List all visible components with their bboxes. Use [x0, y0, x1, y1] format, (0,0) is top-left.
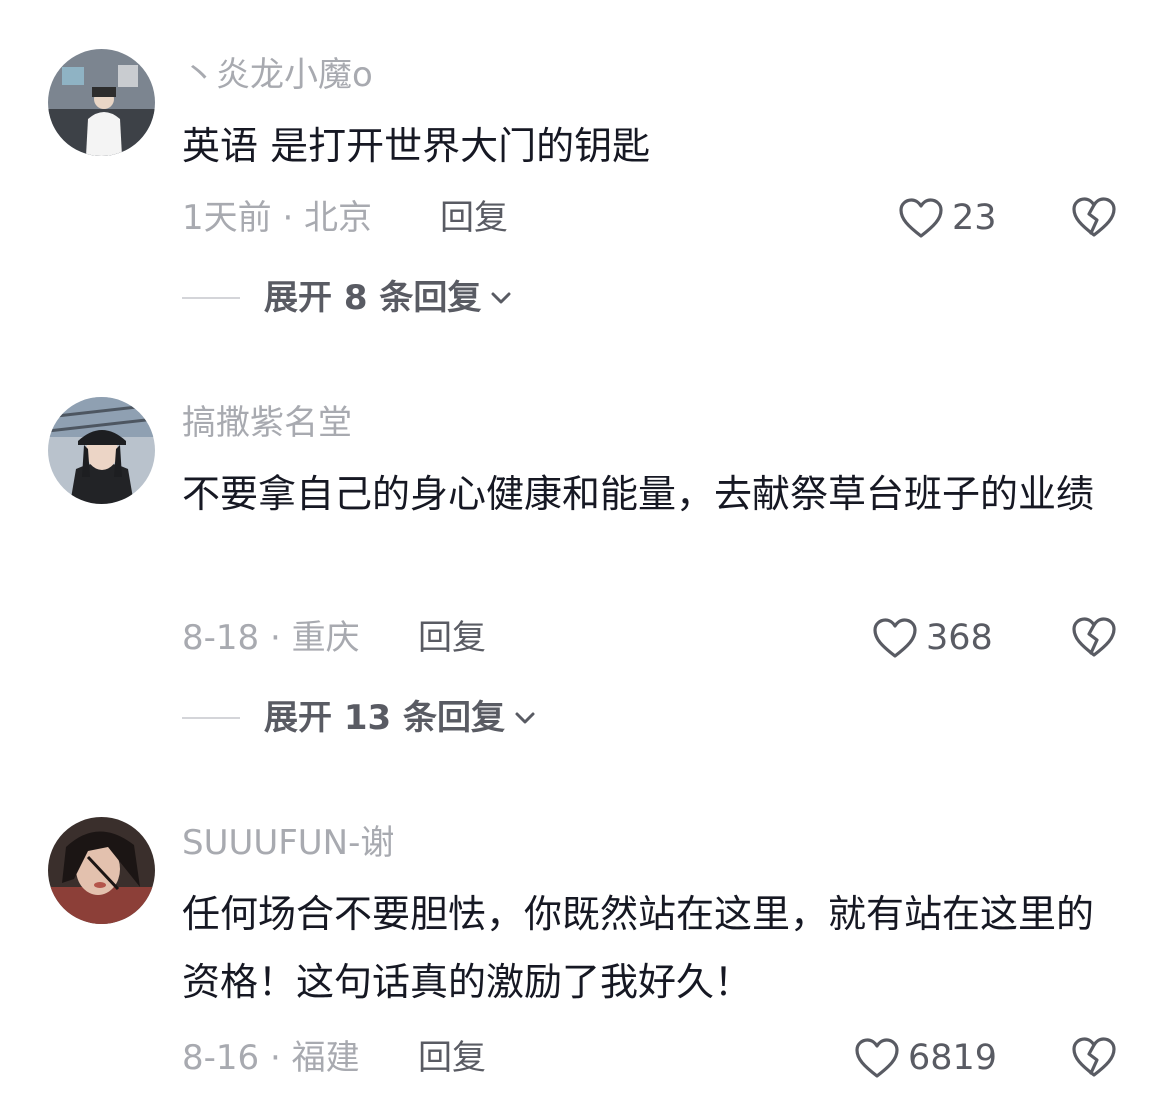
dislike-button[interactable]: [1071, 1035, 1117, 1079]
like-button[interactable]: 23: [898, 194, 997, 242]
chevron-down-icon: [515, 712, 535, 724]
heart-outline-icon: [873, 618, 917, 658]
avatar[interactable]: [48, 49, 155, 156]
comment-item: SUUUFUN-谢 任何场合不要胆怯，你既然站在这里，就有站在这里的资格！这句话…: [0, 760, 1169, 1113]
reply-button[interactable]: 回复: [440, 198, 508, 238]
comment-text: 不要拿自己的身心健康和能量，去献祭草台班子的业绩: [182, 472, 1095, 516]
expand-divider: [182, 297, 240, 299]
comment-username[interactable]: SUUUFUN-谢: [182, 823, 394, 863]
comment-meta: 8-18 · 重庆: [182, 618, 360, 658]
expand-replies-label: 展开 13 条回复: [264, 698, 505, 738]
like-count: 368: [926, 618, 993, 658]
expand-replies-button[interactable]: 展开 8 条回复: [182, 278, 513, 318]
comment-username[interactable]: 丶炎龙小魔o: [182, 55, 373, 95]
dislike-button[interactable]: [1071, 195, 1117, 239]
expand-replies-label: 展开 8 条回复: [264, 278, 482, 318]
comment-username[interactable]: 搞撒紫名堂: [182, 403, 352, 443]
comment-meta: 8-16 · 福建: [182, 1038, 360, 1078]
avatar-image: [48, 397, 155, 504]
like-button[interactable]: 6819: [854, 1034, 997, 1082]
comment-meta: 1天前 · 北京: [182, 198, 373, 238]
comment-text: 英语 是打开世界大门的钥匙: [182, 124, 651, 168]
like-count: 23: [952, 198, 997, 238]
heart-outline-icon: [855, 1038, 899, 1078]
avatar[interactable]: [48, 817, 155, 924]
avatar-image: [48, 49, 155, 156]
heart-outline-icon: [899, 198, 943, 238]
expand-divider: [182, 717, 240, 719]
comment-item: 搞撒紫名堂 不要拿自己的身心健康和能量，去献祭草台班子的业绩 8-18 · 重庆…: [0, 340, 1169, 760]
broken-heart-icon: [1072, 197, 1116, 237]
comment-text: 任何场合不要胆怯，你既然站在这里，就有站在这里的资格！这句话真的激励了我好久！: [182, 892, 1095, 1004]
chevron-down-icon: [491, 292, 511, 304]
avatar-image: [48, 817, 155, 924]
broken-heart-icon: [1072, 617, 1116, 657]
dislike-button[interactable]: [1071, 615, 1117, 659]
reply-button[interactable]: 回复: [418, 618, 486, 658]
reply-button[interactable]: 回复: [418, 1038, 486, 1078]
broken-heart-icon: [1072, 1037, 1116, 1077]
like-button[interactable]: 368: [872, 614, 993, 662]
like-count: 6819: [908, 1038, 998, 1078]
avatar[interactable]: [48, 397, 155, 504]
expand-replies-button[interactable]: 展开 13 条回复: [182, 698, 537, 738]
comment-item: 丶炎龙小魔o 英语 是打开世界大门的钥匙 1天前 · 北京 回复 23 展开 8…: [0, 0, 1169, 340]
